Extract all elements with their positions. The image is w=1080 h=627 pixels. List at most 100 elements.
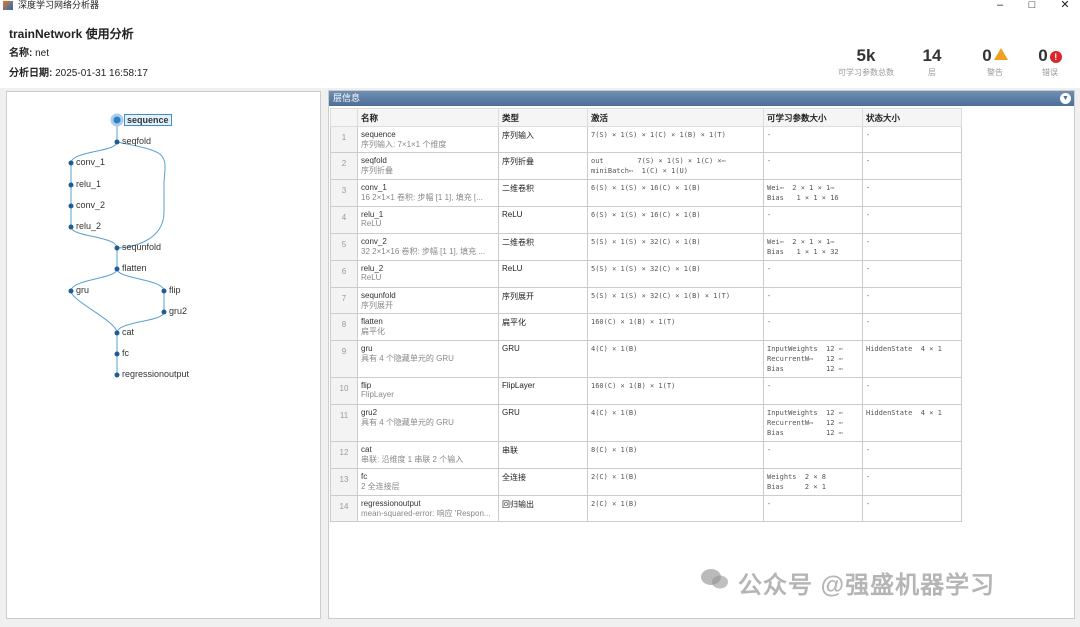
stat-value: 0 [982, 46, 992, 65]
network-graph-edges [68, 113, 167, 378]
graph-node-label[interactable]: seqfold [122, 136, 151, 146]
maximize-button[interactable]: □ [1022, 0, 1042, 11]
layer-type: GRU [498, 340, 588, 378]
graph-node[interactable] [68, 203, 74, 209]
layer-state: - [862, 179, 962, 207]
table-row[interactable]: 14 regressionoutput mean-squared-error: 响… [330, 495, 962, 522]
graph-node-label[interactable]: conv_1 [76, 157, 105, 167]
stat-value: 5k [856, 46, 876, 65]
table-row[interactable]: 13 fc 2 全连接层 全连接 2(C) × 1(B) Weights 2 × … [330, 468, 962, 496]
table-row[interactable]: 2 seqfold 序列折叠 序列折叠 out 7(S) × 1(S) × 1(C… [330, 152, 962, 180]
stat-warnings[interactable]: 0 警告 [975, 46, 1015, 78]
table-row[interactable]: 6 relu_2 ReLU ReLU 5(S) × 1(S) × 32(C) × … [330, 260, 962, 288]
layer-activation: 160(C) × 1(B) × 1(T) [587, 313, 764, 341]
graph-node[interactable] [114, 372, 120, 378]
graph-node[interactable] [68, 182, 74, 188]
layer-state: - [862, 260, 962, 288]
graph-node-label[interactable]: relu_2 [76, 221, 101, 231]
stat-label: 层 [928, 68, 936, 77]
table-row[interactable]: 8 flatten 扁平化 扁平化 160(C) × 1(B) × 1(T) - … [330, 313, 962, 341]
layer-learnables: - [763, 377, 863, 405]
layer-name-cell: gru2 具有 4 个隐藏单元的 GRU [357, 404, 499, 442]
row-index: 4 [330, 206, 358, 234]
stat-value: 14 [922, 46, 942, 65]
layer-type: 回归输出 [498, 495, 588, 522]
graph-node-label[interactable]: sequnfold [122, 242, 161, 252]
table-row[interactable]: 5 conv_2 32 2×1×16 卷积: 步幅 [1 1], 填充 ... 二… [330, 233, 962, 261]
table-row[interactable]: 4 relu_1 ReLU ReLU 6(S) × 1(S) × 16(C) × … [330, 206, 962, 234]
graph-node-label[interactable]: flip [169, 285, 181, 295]
layer-activation: 5(S) × 1(S) × 32(C) × 1(B) × 1(T) [587, 287, 764, 314]
graph-node[interactable] [161, 288, 167, 294]
graph-node[interactable] [161, 309, 167, 315]
table-row[interactable]: 3 conv_1 16 2×1×1 卷积: 步幅 [1 1], 填充 [... 二… [330, 179, 962, 207]
graph-node-label[interactable]: flatten [122, 263, 147, 273]
stat-errors[interactable]: 0! 错误 [1030, 46, 1070, 78]
app-icon [3, 1, 13, 10]
graph-node[interactable] [68, 288, 74, 294]
table-row[interactable]: 7 sequnfold 序列展开 序列展开 5(S) × 1(S) × 32(C)… [330, 287, 962, 314]
table-header-row: 名称 类型 激活 可学习参数大小 状态大小 [330, 108, 962, 127]
col-name[interactable]: 名称 [357, 108, 499, 127]
col-type[interactable]: 类型 [498, 108, 588, 127]
graph-node[interactable] [114, 330, 120, 336]
table-row[interactable]: 1 sequence 序列输入: 7×1×1 个维度 序列输入 7(S) × 1(… [330, 126, 962, 153]
table-row[interactable]: 12 cat 串联: 沿维度 1 串联 2 个输入 串联 8(C) × 1(B) … [330, 441, 962, 469]
stat-layers: 14 层 [912, 46, 952, 78]
graph-node[interactable] [114, 245, 120, 251]
layer-activation: 5(S) × 1(S) × 32(C) × 1(B) [587, 233, 764, 261]
layer-state: - [862, 377, 962, 405]
stat-label: 可学习参数总数 [838, 68, 894, 77]
graph-node-label[interactable]: sequence [124, 114, 172, 126]
graph-node-label[interactable]: conv_2 [76, 200, 105, 210]
row-index: 12 [330, 441, 358, 469]
layer-name: flip [361, 381, 372, 390]
layer-name: regressionoutput [361, 499, 421, 508]
page-title: trainNetwork 使用分析 [9, 27, 134, 41]
layer-description: ReLU [361, 273, 382, 282]
layer-learnables: InputWeights 12 ⋯ RecurrentW⋯ 12 ⋯ Bias … [763, 404, 863, 442]
error-icon: ! [1049, 51, 1062, 63]
graph-node[interactable] [68, 160, 74, 166]
layer-name-cell: flatten 扁平化 [357, 313, 499, 341]
row-index: 1 [330, 126, 358, 153]
graph-node-label[interactable]: cat [122, 327, 134, 337]
layer-type: ReLU [498, 206, 588, 234]
col-index [330, 108, 358, 127]
collapse-chevron-icon[interactable]: ▼ [1060, 93, 1071, 104]
graph-node-label[interactable]: regressionoutput [122, 369, 189, 379]
stat-learnables: 5k 可学习参数总数 [836, 46, 896, 78]
table-row[interactable]: 10 flip FlipLayer FlipLayer 160(C) × 1(B)… [330, 377, 962, 405]
minimize-button[interactable]: – [990, 0, 1010, 11]
layer-learnables: - [763, 260, 863, 288]
layer-type: 扁平化 [498, 313, 588, 341]
graph-node[interactable] [114, 266, 120, 272]
layer-activation: out 7(S) × 1(S) × 1(C) ×⋯ miniBatch⋯ 1(C… [587, 152, 764, 180]
graph-node-label[interactable]: relu_1 [76, 179, 101, 189]
graph-node[interactable] [68, 224, 74, 230]
graph-node-label[interactable]: gru2 [169, 306, 187, 316]
graph-node[interactable] [110, 113, 124, 127]
layer-state: HiddenState 4 × 1 [862, 340, 962, 378]
layer-description: 序列折叠 [361, 166, 393, 175]
layer-state: - [862, 468, 962, 496]
graph-node-label[interactable]: fc [122, 348, 129, 358]
layer-state: - [862, 206, 962, 234]
layer-learnables: Weights 2 × 8 Bias 2 × 1 [763, 468, 863, 496]
layer-type: GRU [498, 404, 588, 442]
col-activation[interactable]: 激活 [587, 108, 764, 127]
graph-node[interactable] [114, 139, 120, 145]
table-row[interactable]: 9 gru 具有 4 个隐藏单元的 GRU GRU 4(C) × 1(B) Inp… [330, 340, 962, 378]
layer-type: 二维卷积 [498, 179, 588, 207]
table-row[interactable]: 11 gru2 具有 4 个隐藏单元的 GRU GRU 4(C) × 1(B) I… [330, 404, 962, 442]
graph-node-label[interactable]: gru [76, 285, 89, 295]
close-button[interactable]: ✕ [1055, 0, 1075, 11]
layer-name: relu_2 [361, 264, 384, 273]
col-learnables[interactable]: 可学习参数大小 [763, 108, 863, 127]
col-state[interactable]: 状态大小 [862, 108, 962, 127]
layer-state: - [862, 495, 962, 522]
layer-type: 序列折叠 [498, 152, 588, 180]
network-graph-panel[interactable]: sequence seqfold conv_1 relu_1 conv_2 relu_2s… [6, 91, 321, 619]
layer-state: - [862, 233, 962, 261]
graph-node[interactable] [114, 351, 120, 357]
